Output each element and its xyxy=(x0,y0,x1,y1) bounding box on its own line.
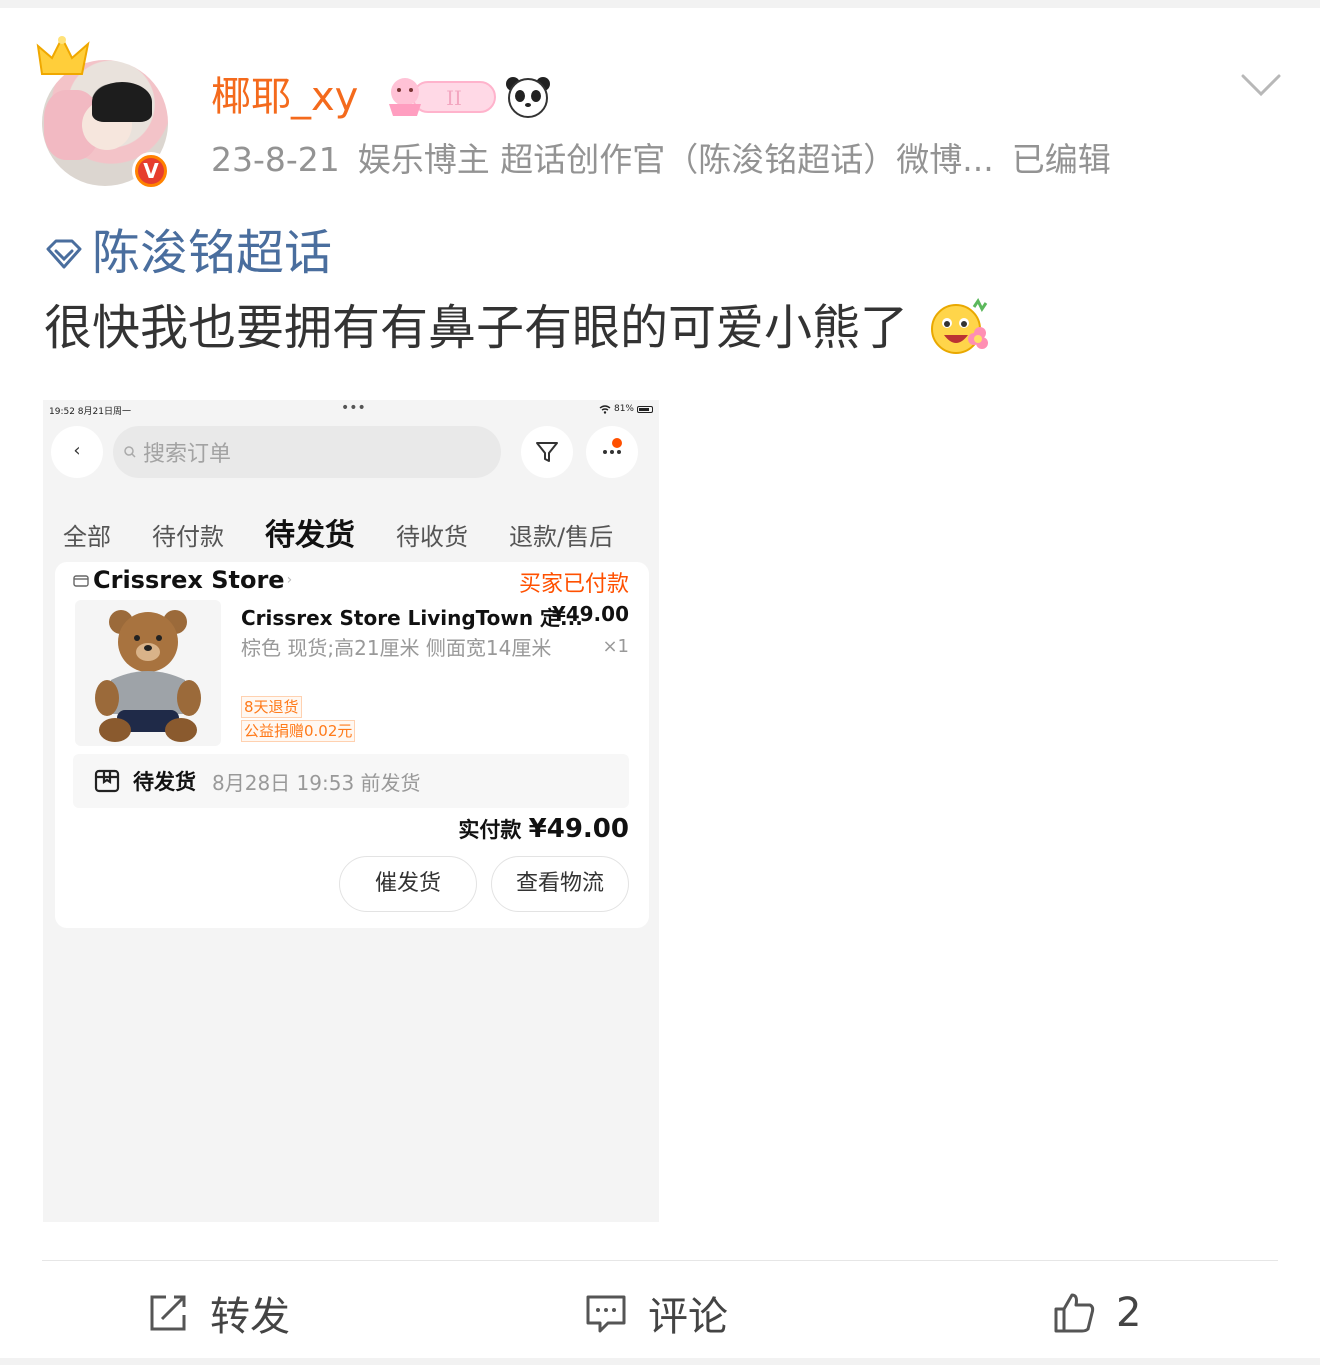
svg-text:II: II xyxy=(446,86,462,110)
battery-percent: 81% xyxy=(613,404,634,414)
battery-icon xyxy=(637,405,653,413)
filter-icon xyxy=(536,442,558,462)
tab-to-ship[interactable]: 待发货 xyxy=(265,510,355,554)
tab-to-receive[interactable]: 待收货 xyxy=(396,517,468,552)
tab-refund[interactable]: 退款/售后 xyxy=(509,517,613,552)
thumbs-up-icon xyxy=(1054,1293,1095,1333)
tab-to-pay[interactable]: 待付款 xyxy=(152,517,224,552)
super-topic-label: 陈浚铭超话 xyxy=(92,225,333,281)
product-quantity: ×1 xyxy=(602,636,629,657)
search-icon xyxy=(124,446,136,458)
more-button[interactable] xyxy=(586,426,638,478)
status-dots: ••• xyxy=(341,400,366,416)
back-button[interactable]: ‹ xyxy=(51,426,103,478)
notification-dot xyxy=(612,438,622,448)
post-user-tags: 娱乐博主 超话创作官（陈浚铭超话）微博... xyxy=(357,140,994,179)
paid-label: 实付款 xyxy=(458,818,522,842)
store-name: Crissrex Store xyxy=(93,566,285,594)
gemini-fan-badge-icon: II xyxy=(389,78,496,116)
shipping-deadline: 8月28日 19:53 前发货 xyxy=(212,770,421,795)
edited-label[interactable]: 已编辑 xyxy=(1012,140,1111,179)
excited-face-emoji-icon xyxy=(931,298,989,354)
divider xyxy=(42,1260,1278,1261)
order-tabs: 全部 待付款 待发货 待收货 退款/售后 xyxy=(63,510,654,554)
crown-icon xyxy=(36,36,90,75)
product-title[interactable]: Crissrex Store LivingTown 定... xyxy=(241,602,583,631)
status-time: 19:52 8月21日周一 xyxy=(49,407,131,417)
product-image[interactable] xyxy=(75,600,221,746)
product-spec: 棕色 现货;高21厘米 侧面宽14厘米 xyxy=(241,636,552,660)
avatar-wrap[interactable]: V xyxy=(34,36,174,191)
avatar-hair xyxy=(92,82,152,122)
status-right: 81% xyxy=(599,404,653,414)
like-button[interactable]: 2 xyxy=(1052,1280,1141,1346)
action-bar: 转发 评论 2 xyxy=(0,1280,1320,1346)
post-date[interactable]: 23-8-21 xyxy=(211,140,340,179)
store-row[interactable]: Crissrex Store › xyxy=(73,566,292,594)
repost-icon xyxy=(150,1295,186,1331)
like-count: 2 xyxy=(1116,1290,1142,1336)
post-text-content: 很快我也要拥有有鼻子有眼的可爱小熊了 xyxy=(44,300,909,356)
super-topic-link[interactable]: 陈浚铭超话 xyxy=(44,222,332,284)
repost-button[interactable]: 转发 xyxy=(146,1280,290,1346)
store-icon xyxy=(73,575,89,587)
comment-label: 评论 xyxy=(648,1294,728,1340)
more-dots-icon xyxy=(603,450,621,454)
teddy-bear-image xyxy=(95,610,201,742)
repost-label: 转发 xyxy=(210,1294,290,1340)
post-text: 很快我也要拥有有鼻子有眼的可爱小熊了 xyxy=(44,294,990,362)
chevron-right-icon: › xyxy=(286,572,293,588)
order-card[interactable]: Crissrex Store › 买家已付款 Crissrex Store Li xyxy=(55,562,649,928)
charity-tag: 公益捐赠0.02元 xyxy=(241,720,356,742)
embedded-screenshot[interactable]: 19:52 8月21日周一 ••• 81% ‹ 搜索订单 全部 待付款 待发货 … xyxy=(43,400,659,1222)
paid-total: 实付款 ¥49.00 xyxy=(458,814,629,844)
tab-all[interactable]: 全部 xyxy=(63,517,111,552)
post-meta: 23-8-21 娱乐博主 超话创作官（陈浚铭超话）微博... 已编辑 xyxy=(211,138,1129,182)
verified-badge-label: V xyxy=(138,158,164,184)
chevron-down-icon[interactable] xyxy=(1240,70,1282,100)
comment-button[interactable]: 评论 xyxy=(584,1280,728,1346)
filter-button[interactable] xyxy=(521,426,573,478)
shipping-status-row[interactable]: 待发货 8月28日 19:53 前发货 xyxy=(73,754,629,808)
view-logistics-button[interactable]: 查看物流 xyxy=(491,856,629,912)
shipping-label: 待发货 xyxy=(133,770,196,794)
diamond-icon xyxy=(46,239,82,269)
search-placeholder: 搜索订单 xyxy=(143,442,232,467)
paid-amount: ¥49.00 xyxy=(528,814,629,844)
order-search-box[interactable]: 搜索订单 xyxy=(113,426,501,478)
return-policy-tag: 8天退货 xyxy=(241,696,302,718)
package-icon xyxy=(94,769,120,793)
comment-icon xyxy=(586,1295,626,1333)
username[interactable]: 椰耶_xy xyxy=(211,70,358,124)
wifi-icon xyxy=(599,404,611,414)
remind-ship-button[interactable]: 催发货 xyxy=(339,856,477,912)
product-price: ¥49.00 xyxy=(551,602,629,626)
weibo-post-card: V 椰耶_xy II 23-8-21 娱乐博主 超话创作官（陈浚铭超话）微博...… xyxy=(0,8,1320,1358)
verified-badge: V xyxy=(132,152,170,190)
order-status: 买家已付款 xyxy=(518,572,629,597)
panda-icon xyxy=(506,77,550,118)
